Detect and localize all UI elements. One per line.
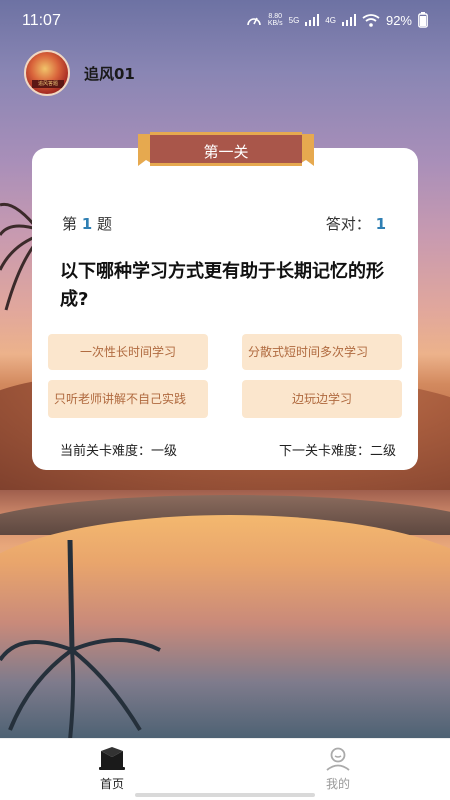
avatar[interactable]: 追风答题: [24, 50, 70, 96]
status-time: 11:07: [22, 12, 61, 29]
tab-home[interactable]: 首页: [82, 747, 142, 792]
signal-4g-icon: [341, 14, 356, 26]
palm-reflection-icon: [0, 540, 161, 738]
status-icons: 8.80 KB/s 5G 4G 92%: [246, 12, 428, 28]
answer-option-4[interactable]: 边玩边学习: [242, 380, 402, 418]
tab-home-label: 首页: [99, 777, 124, 791]
speed-value: 8.80: [268, 13, 283, 20]
signal-5g-icon: [305, 14, 320, 26]
username: 追风01: [84, 64, 135, 83]
home-indicator[interactable]: [135, 793, 315, 797]
level-title: 第一关: [203, 143, 249, 161]
level-banner: 第一关: [138, 132, 314, 168]
battery-percent: 92%: [385, 12, 412, 28]
status-bar: 11:07 8.80 KB/s 5G 4G 92%: [0, 0, 450, 40]
correct-count: 答对： 1: [326, 213, 386, 234]
user-header[interactable]: 追风答题 追风01: [24, 50, 135, 96]
correct-value: 1: [375, 215, 386, 233]
tab-mine-label: 我的: [325, 777, 350, 791]
network-5g: 5G: [288, 15, 300, 25]
question-index: 1: [81, 215, 93, 233]
battery-icon: [418, 12, 428, 28]
next-difficulty: 下一关卡难度：二级: [278, 444, 396, 459]
wifi-icon: [362, 13, 380, 27]
avatar-caption: 追风答题: [32, 80, 64, 88]
bottom-tab-bar: 首页 我的: [0, 738, 450, 800]
question-suffix: 题: [97, 215, 113, 233]
network-speed: 8.80 KB/s: [268, 13, 283, 27]
speedometer-icon: [247, 17, 261, 26]
answer-option-3[interactable]: 只听老师讲解不自己实践: [48, 380, 208, 418]
quiz-card: 第一关 第 1 题 答对： 1 以下哪种学习方式更有助于长期记忆的形成? 一次性…: [32, 132, 418, 470]
home-icon: [99, 747, 125, 770]
answer-option-2[interactable]: 分散式短时间多次学习: [242, 334, 402, 370]
question-number: 第 1 题: [62, 213, 112, 234]
answer-option-1[interactable]: 一次性长时间学习: [48, 334, 208, 370]
current-difficulty: 当前关卡难度：一级: [60, 444, 178, 459]
correct-label: 答对：: [325, 215, 371, 233]
tab-mine[interactable]: 我的: [308, 747, 368, 792]
question-text: 以下哪种学习方式更有助于长期记忆的形成?: [60, 261, 384, 310]
user-icon: [326, 747, 350, 771]
speed-unit: KB/s: [267, 20, 283, 27]
network-4g: 4G: [325, 15, 336, 25]
question-prefix: 第: [62, 215, 78, 233]
